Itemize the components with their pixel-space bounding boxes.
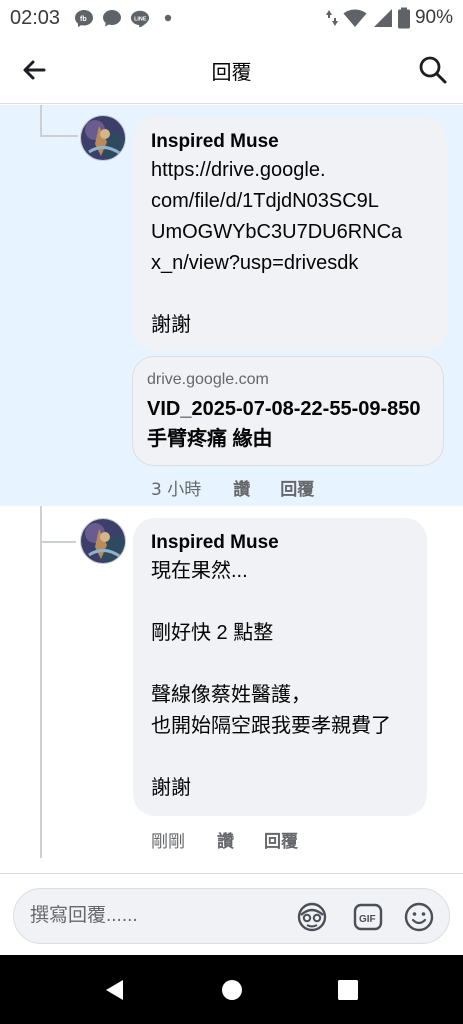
status-bar: 02:03 fb LINE 90% [0, 0, 463, 36]
comment-bubble[interactable]: Inspired Muse https://drive.google. com/… [133, 117, 447, 351]
battery-percent: 90% [414, 7, 453, 28]
thread-connector [40, 135, 78, 137]
comment-actions: 3 小時 讚 回覆 [151, 475, 344, 500]
messenger-icon: fb [75, 10, 94, 27]
dot-icon [164, 14, 172, 22]
avatar-image [81, 519, 125, 563]
comment-timestamp: 3 小時 [151, 480, 202, 500]
avatar[interactable] [80, 518, 126, 564]
reply-input[interactable] [30, 901, 280, 931]
link-preview-card[interactable]: drive.google.com VID_2025-07-08-22-55-09… [132, 356, 444, 466]
avatar-image [81, 116, 125, 160]
chat-icon [103, 10, 122, 27]
composer-field[interactable]: GIF [13, 888, 450, 944]
emoji-icon[interactable] [403, 901, 435, 933]
comment-actions: 剛剛 讚 回覆 [151, 827, 328, 852]
system-nav-bar [0, 955, 463, 1024]
comment-author[interactable]: Inspired Muse [151, 530, 409, 556]
app-header: 回覆 [0, 36, 463, 104]
like-button[interactable]: 讚 [233, 475, 250, 500]
reply-button[interactable]: 回覆 [280, 475, 314, 500]
wifi-icon [343, 9, 367, 27]
link-preview-domain: drive.google.com [147, 371, 269, 388]
home-circle-icon[interactable] [219, 977, 245, 1003]
comment-text: https://drive.google. com/file/d/1TdjdN0… [151, 159, 403, 336]
thread-connector [40, 506, 42, 858]
back-triangle-icon[interactable] [102, 977, 128, 1003]
svg-text:GIF: GIF [359, 914, 376, 925]
thread-connector [40, 105, 42, 135]
page-title: 回覆 [211, 60, 252, 84]
avatar[interactable] [80, 115, 126, 161]
comment-text: 現在果然... 剛好快 2 點整 聲線像蔡姓醫護， 也開始隔空跟我要孝親費了 謝… [151, 560, 391, 799]
comment-timestamp: 剛剛 [151, 832, 185, 852]
svg-text:LINE: LINE [134, 16, 147, 22]
thread-connector [40, 541, 76, 543]
battery-icon [397, 7, 410, 29]
recents-square-icon[interactable] [335, 977, 361, 1003]
gif-icon[interactable]: GIF [352, 901, 384, 933]
svg-text:fb: fb [80, 16, 87, 23]
comment-author[interactable]: Inspired Muse [151, 129, 429, 155]
signal-icon [373, 9, 392, 27]
data-arrows-icon [325, 10, 338, 26]
like-button[interactable]: 讚 [217, 827, 234, 852]
reply-thread: Inspired Muse https://drive.google. com/… [0, 105, 463, 873]
reply-button[interactable]: 回覆 [264, 827, 298, 852]
link-preview-title: VID_2025-07-08-22-55-09-850 手臂疼痛 緣由 [147, 398, 421, 450]
line-icon: LINE [130, 10, 150, 27]
status-time: 02:03 [10, 6, 61, 29]
comment-bubble[interactable]: Inspired Muse 現在果然... 剛好快 2 點整 聲線像蔡姓醫護， … [133, 518, 427, 816]
search-icon[interactable] [417, 54, 449, 86]
reply-composer: GIF [0, 873, 463, 955]
avatar-sticker-icon[interactable] [296, 901, 328, 933]
